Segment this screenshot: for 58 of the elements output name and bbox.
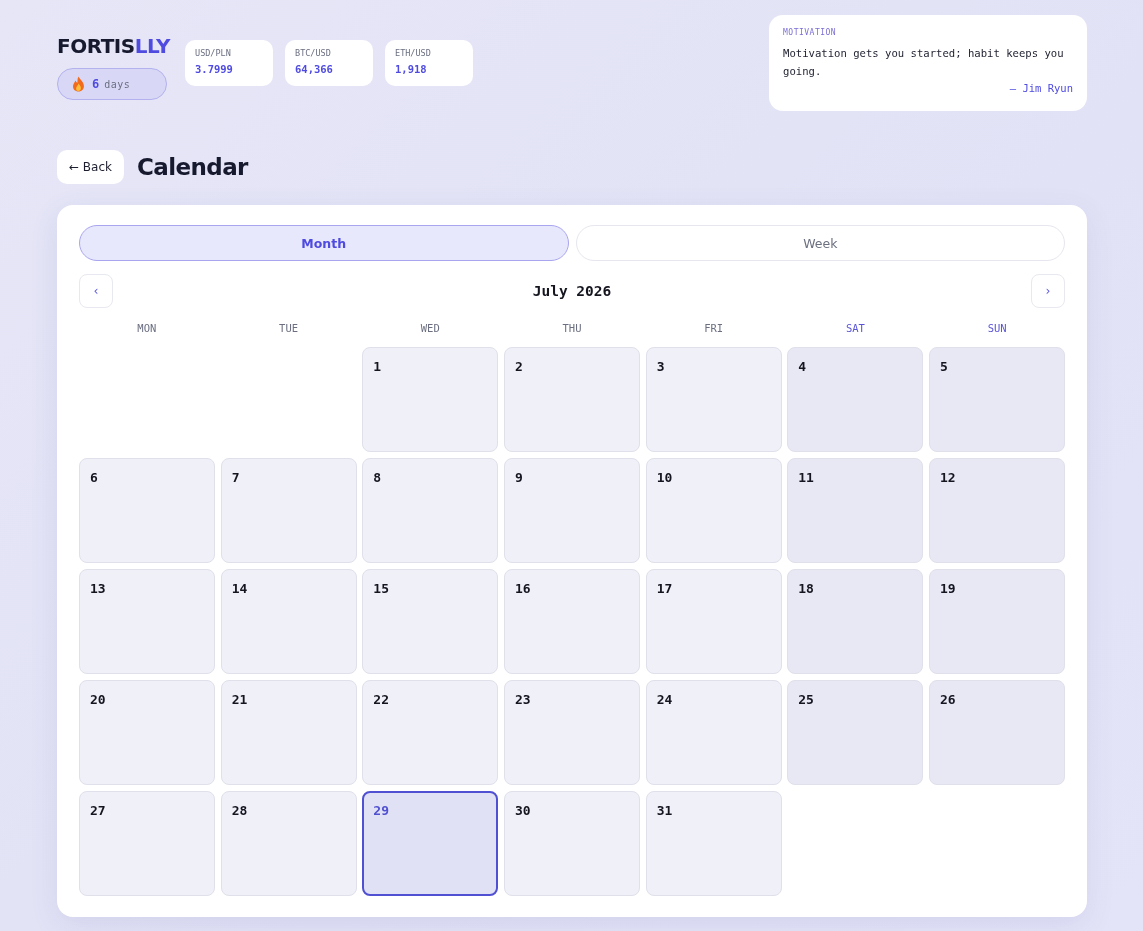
day-cell[interactable]: 15 [362, 569, 499, 674]
day-cell[interactable]: 18 [787, 569, 924, 674]
day-cell[interactable]: 29 [362, 791, 499, 896]
day-cell[interactable]: 5 [928, 347, 1065, 452]
day-cell[interactable]: 19 [928, 569, 1065, 674]
day-cell[interactable]: 24 [645, 680, 782, 785]
motivation-label: MOTIVATION [783, 27, 838, 38]
day-cell[interactable]: 10 [645, 458, 782, 563]
day-cell[interactable]: 17 [645, 569, 782, 674]
day-cell[interactable]: 31 [645, 791, 782, 896]
page-title: Calendar [137, 154, 248, 180]
day-cell[interactable]: 11 [787, 458, 924, 563]
day-cell[interactable]: 30 [503, 791, 641, 896]
weekday-label: TUE [279, 321, 299, 336]
day-cell[interactable]: 8 [362, 458, 499, 563]
day-cell[interactable]: 4 [787, 347, 924, 452]
day-cell[interactable]: 9 [503, 458, 641, 563]
streak-unit: days [104, 78, 131, 90]
day-cell[interactable]: 2 [503, 347, 641, 452]
day-cell[interactable]: 1 [362, 347, 499, 452]
quote-text: Motivation gets you started; habit keeps you going. [783, 46, 1065, 79]
month-title: July 2026 [532, 283, 612, 299]
view-tab[interactable]: Week [575, 225, 1065, 261]
day-cell[interactable]: 16 [503, 569, 641, 674]
ticker-value: 3.7999 [195, 63, 234, 76]
ticker-value: 1,918 [395, 63, 428, 76]
day-cell[interactable]: 21 [220, 680, 357, 785]
day-cell[interactable]: 28 [220, 791, 357, 896]
weekday-label: SAT [845, 321, 865, 336]
ticker-label: BTC/USD [295, 48, 332, 59]
day-cell[interactable]: 22 [362, 680, 499, 785]
ticker-value: 64,366 [295, 63, 334, 76]
day-cell[interactable]: 25 [787, 680, 924, 785]
view-tab[interactable]: Month [79, 225, 569, 261]
weekday-label: THU [562, 321, 582, 336]
day-cell[interactable]: 6 [79, 458, 216, 563]
back-button[interactable]: ← Back [57, 150, 124, 184]
weekday-label: FRI [704, 321, 724, 336]
ticker-label: USD/PLN [195, 48, 232, 59]
logo: FORTISLLY [57, 35, 170, 57]
day-cell[interactable]: 13 [79, 569, 216, 674]
day-cell[interactable]: 27 [79, 791, 216, 896]
quote-author: — Jim Ryun [1009, 81, 1073, 96]
previous-month-button[interactable]: ‹ [79, 274, 113, 308]
weekday-label: SUN [987, 321, 1007, 336]
next-month-button[interactable]: › [1031, 274, 1065, 308]
day-cell[interactable]: 7 [220, 458, 357, 563]
day-cell[interactable]: 26 [928, 680, 1065, 785]
day-cell[interactable]: 3 [645, 347, 782, 452]
weekday-label: MON [137, 321, 157, 336]
streak-count: 6 [92, 77, 100, 91]
day-cell[interactable]: 12 [928, 458, 1065, 563]
ticker-label: ETH/USD [395, 48, 432, 59]
day-cell[interactable]: 23 [503, 680, 641, 785]
weekday-label: WED [420, 321, 440, 336]
day-cell[interactable]: 14 [220, 569, 357, 674]
flame-icon [72, 76, 85, 92]
day-cell[interactable]: 20 [79, 680, 216, 785]
